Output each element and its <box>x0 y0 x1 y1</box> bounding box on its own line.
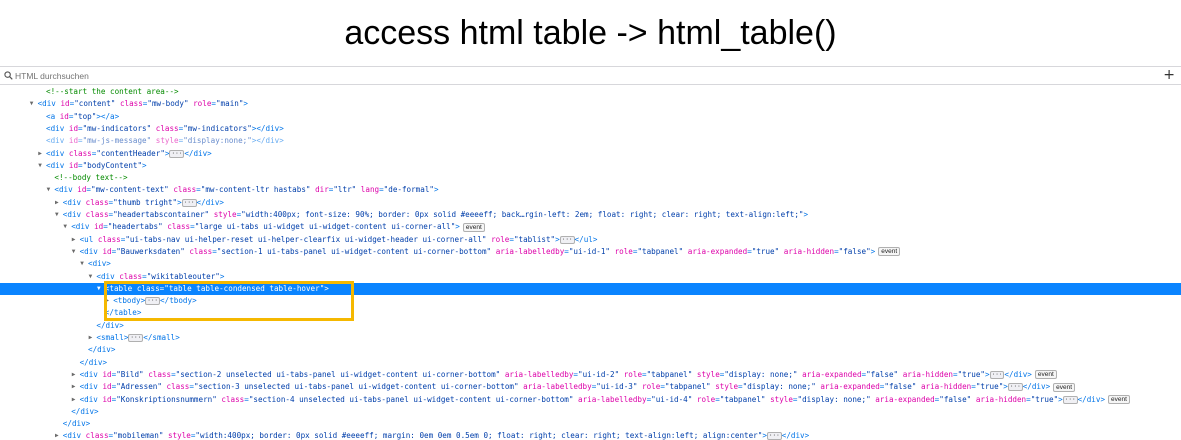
tree-node[interactable]: ▶ <div id="Adressen" class="section-3 uns… <box>0 381 1181 393</box>
comment-node: <!--start the content area--> <box>46 87 179 96</box>
event-badge[interactable]: event <box>1034 370 1057 380</box>
tree-node[interactable]: ▼ <div> <box>0 258 1181 270</box>
element-node: <div id="Bild" class="section-2 unselect… <box>80 369 1057 381</box>
expand-triangle-icon[interactable]: ▼ <box>95 283 103 295</box>
tree-node[interactable]: </div> <box>0 418 1181 430</box>
element-node: <table class="table table-condensed tabl… <box>104 283 329 293</box>
expand-triangle-icon[interactable]: ▼ <box>28 98 36 110</box>
tree-node[interactable]: ▶ <div id="Bild" class="section-2 unselec… <box>0 369 1181 381</box>
event-badge[interactable]: event <box>462 222 485 232</box>
search-icon <box>4 71 13 80</box>
tree-node[interactable]: ▼ <div id="headertabs" class="large ui-ta… <box>0 221 1181 233</box>
collapse-triangle-icon[interactable]: ▶ <box>53 197 61 209</box>
element-node: <div id="bodyContent"> <box>46 160 147 170</box>
comment-node: <!--body text--> <box>54 173 128 183</box>
tree-node[interactable]: ▶ <div id="Konskriptionsnummern" class="s… <box>0 394 1181 406</box>
tree-node[interactable]: </div> <box>0 406 1181 418</box>
expand-triangle-icon[interactable]: ▼ <box>78 258 86 270</box>
tree-node[interactable]: <!--start the content area--> <box>0 86 1181 98</box>
tree-node[interactable]: ▼ <div class="wikitableouter"> <box>0 271 1181 283</box>
tree-node[interactable]: <div id="mw-indicators" class="mw-indica… <box>0 123 1181 135</box>
tree-node[interactable]: ▶ <tbody> ··· </tbody> <box>0 295 1181 307</box>
tree-node[interactable]: <a id="top"></a> <box>0 111 1181 123</box>
collapse-triangle-icon[interactable]: ▶ <box>70 234 78 246</box>
tree-node[interactable]: </div> <box>0 320 1181 332</box>
element-node: </div> <box>62 419 91 429</box>
tree-node[interactable]: <div id="mw-js-message" style="display:n… <box>0 135 1181 147</box>
tree-node[interactable]: ▼ <div id="content" class="mw-body" role=… <box>0 98 1181 110</box>
tree-node-selected[interactable]: ▼ <table class="table table-condensed tab… <box>0 282 1181 295</box>
event-badge[interactable]: event <box>1053 382 1076 392</box>
element-node: <div id="Konskriptionsnummern" class="se… <box>80 394 1130 406</box>
element-node: <div class="mobileman" style="width:400p… <box>62 431 810 440</box>
element-node: <div id="mw-js-message" style="display:n… <box>46 136 284 146</box>
expand-triangle-icon[interactable]: ▼ <box>44 184 52 196</box>
html-search-input[interactable] <box>15 70 415 81</box>
slide-title: access html table -> html_table() <box>344 14 837 52</box>
collapse-triangle-icon[interactable]: ▶ <box>103 295 111 307</box>
markup-tree: <!--start the content area--> ▼ <div id="c… <box>0 84 1181 440</box>
element-node: <div class="headertabscontainer" style="… <box>62 210 809 219</box>
collapse-triangle-icon[interactable]: ▶ <box>70 369 78 381</box>
inspector-search-bar: + <box>0 66 1181 85</box>
tree-node[interactable]: ▶ <small> ··· </small> <box>0 332 1181 344</box>
tree-node[interactable]: ▶ <div class="mobileman" style="width:400… <box>0 430 1181 440</box>
expand-triangle-icon[interactable]: ▼ <box>36 160 44 172</box>
tree-node[interactable]: ▼ <div id="mw-content-text" class="mw-con… <box>0 184 1181 196</box>
tree-node[interactable]: ▶ <div class="thumb tright"> ··· </div> <box>0 197 1181 209</box>
element-node: <div class="contentHeader"> ··· </div> <box>46 148 212 158</box>
event-badge[interactable]: event <box>1108 395 1130 404</box>
tree-node[interactable]: </div> <box>0 357 1181 369</box>
element-node: </div> <box>96 320 124 330</box>
expand-triangle-icon[interactable]: ▼ <box>61 221 69 233</box>
tree-node[interactable]: <!--body text--> <box>0 172 1181 184</box>
collapse-triangle-icon[interactable]: ▶ <box>86 332 94 344</box>
element-node: <div id="headertabs" class="large ui-tab… <box>71 221 485 233</box>
add-node-button[interactable]: + <box>1163 67 1175 83</box>
event-badge[interactable]: event <box>878 247 901 257</box>
expand-triangle-icon[interactable]: ▼ <box>70 246 78 258</box>
element-node: <div id="content" class="mw-body" role="… <box>37 99 248 109</box>
element-node: </div> <box>88 345 116 355</box>
tree-node[interactable]: ▼ <div id="Bauwerksdaten" class="section-… <box>0 246 1181 258</box>
tree-node[interactable]: </table> <box>0 307 1181 319</box>
element-node: <small> ··· </small> <box>96 333 180 342</box>
expand-triangle-icon[interactable]: ▼ <box>86 271 94 283</box>
element-node: <a id="top"></a> <box>46 111 120 121</box>
collapse-triangle-icon[interactable]: ▶ <box>53 430 61 440</box>
element-node: <div> <box>88 259 111 269</box>
collapse-triangle-icon[interactable]: ▶ <box>70 394 78 406</box>
tree-node[interactable]: ▶ <div class="contentHeader"> ··· </div> <box>0 148 1181 160</box>
tree-node[interactable]: </div> <box>0 344 1181 356</box>
element-node: <tbody> ··· </tbody> <box>113 296 197 306</box>
element-node: <ul class="ui-tabs-nav ui-helper-reset u… <box>79 234 598 244</box>
expand-triangle-icon[interactable]: ▼ <box>53 209 61 221</box>
tree-node[interactable]: ▼ <div class="headertabscontainer" style=… <box>0 209 1181 221</box>
collapse-triangle-icon[interactable]: ▶ <box>70 381 78 393</box>
element-node: <div id="Adressen" class="section-3 unse… <box>80 381 1076 393</box>
element-node: <div class="thumb tright"> ··· </div> <box>62 197 224 207</box>
element-node: <div class="wikitableouter"> <box>96 271 225 281</box>
element-node: </div> <box>71 406 99 416</box>
tree-node[interactable]: ▼ <div id="bodyContent"> <box>0 160 1181 172</box>
element-node: </table> <box>104 308 142 318</box>
element-node: <div id="Bauwerksdaten" class="section-1… <box>80 246 901 258</box>
element-node: </div> <box>79 357 108 367</box>
collapse-triangle-icon[interactable]: ▶ <box>36 148 44 160</box>
element-node: <div id="mw-indicators" class="mw-indica… <box>46 123 284 133</box>
tree-node[interactable]: ▶ <ul class="ui-tabs-nav ui-helper-reset … <box>0 234 1181 246</box>
element-node: <div id="mw-content-text" class="mw-cont… <box>54 185 439 195</box>
